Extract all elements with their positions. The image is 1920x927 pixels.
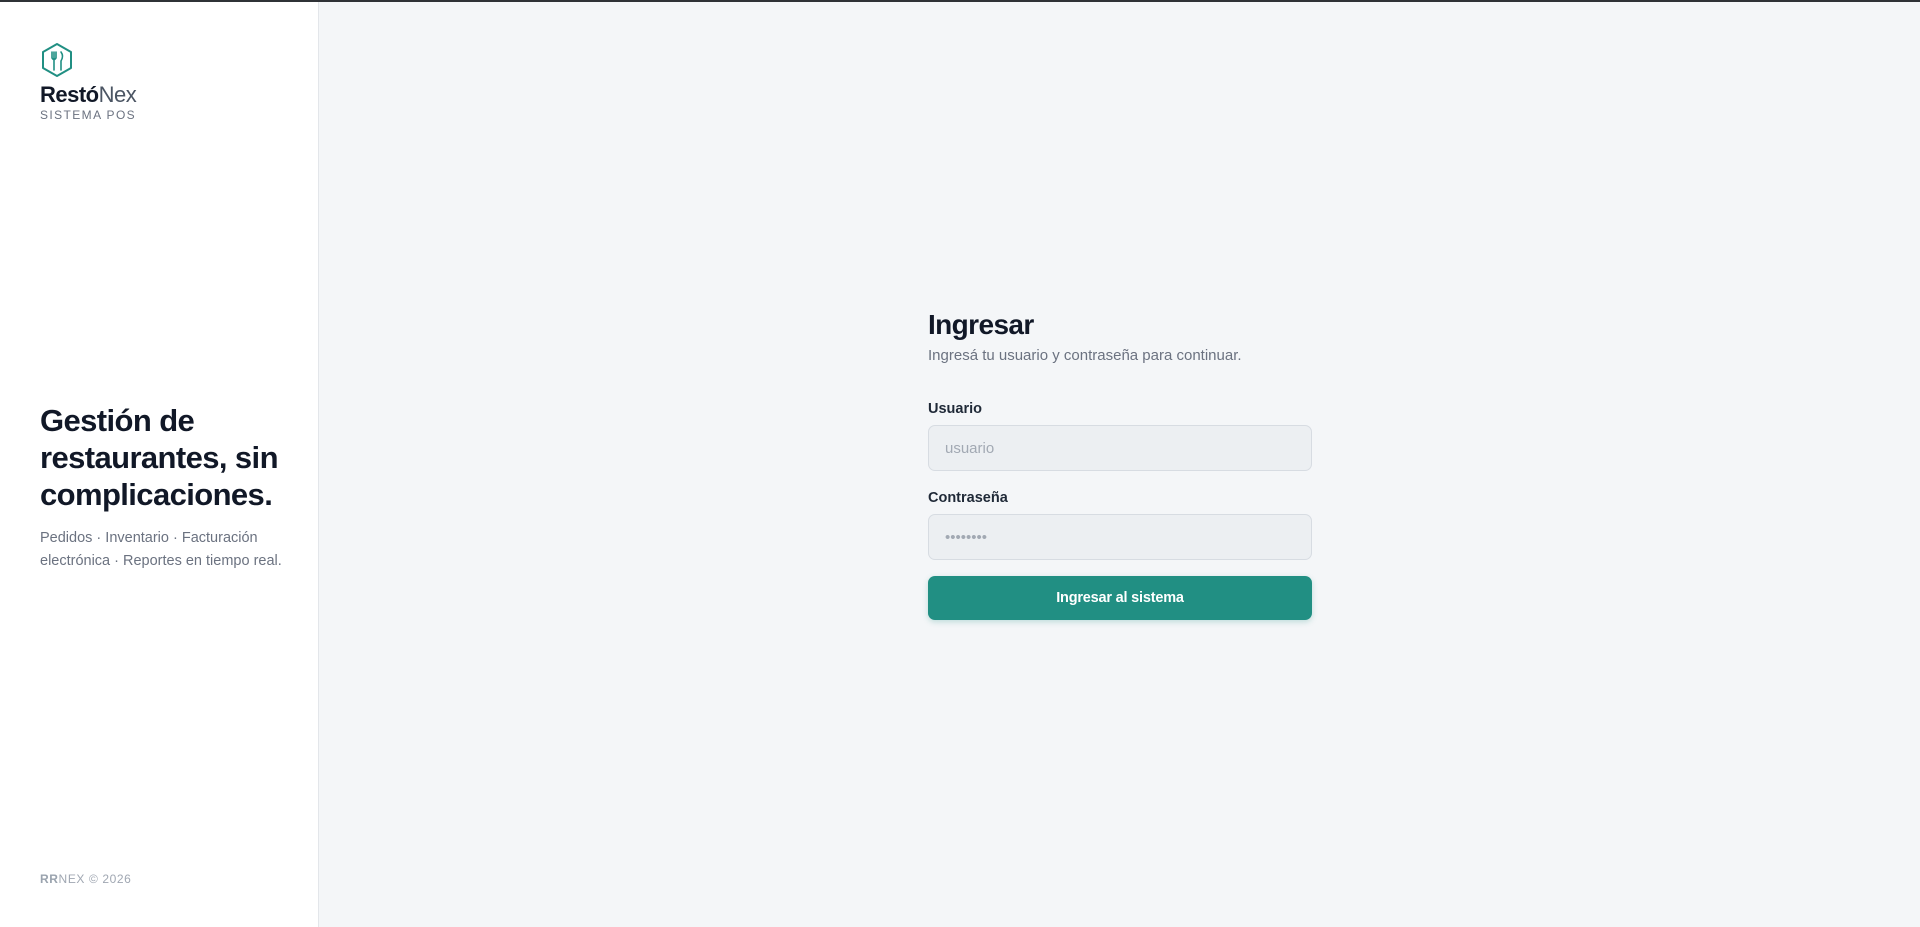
login-subtitle: Ingresá tu usuario y contraseña para con…	[928, 347, 1242, 364]
brand-name-bold: Restó	[40, 82, 99, 107]
copyright-brand: RR	[40, 872, 59, 886]
brand-subtitle: SISTEMA POS	[40, 108, 137, 122]
fork-knife-hexagon-icon	[42, 43, 72, 77]
password-input[interactable]	[928, 514, 1312, 560]
login-form: Ingresar Ingresá tu usuario y contraseña…	[928, 306, 1312, 620]
username-input[interactable]	[928, 425, 1312, 471]
password-label: Contraseña	[928, 490, 1008, 506]
hero-description: Pedidos · Inventario · Facturación elect…	[40, 530, 282, 569]
username-label: Usuario	[928, 401, 982, 417]
brand-sidebar: RestóNex SISTEMA POS Gestión de restaura…	[0, 2, 319, 927]
hero-title: Gestión de restaurantes, sin complicacio…	[40, 403, 279, 512]
brand-block: RestóNex SISTEMA POS	[40, 42, 137, 122]
login-submit-button[interactable]: Ingresar al sistema	[928, 576, 1312, 620]
copyright-text: NEX © 2026	[58, 872, 132, 886]
copyright: RRNEX © 2026	[40, 872, 131, 886]
brand-name: RestóNex	[40, 82, 137, 108]
brand-name-light: Nex	[98, 82, 137, 107]
login-title: Ingresar	[928, 309, 1034, 340]
hero-section: Gestión de restaurantes, sin complicacio…	[40, 402, 290, 573]
